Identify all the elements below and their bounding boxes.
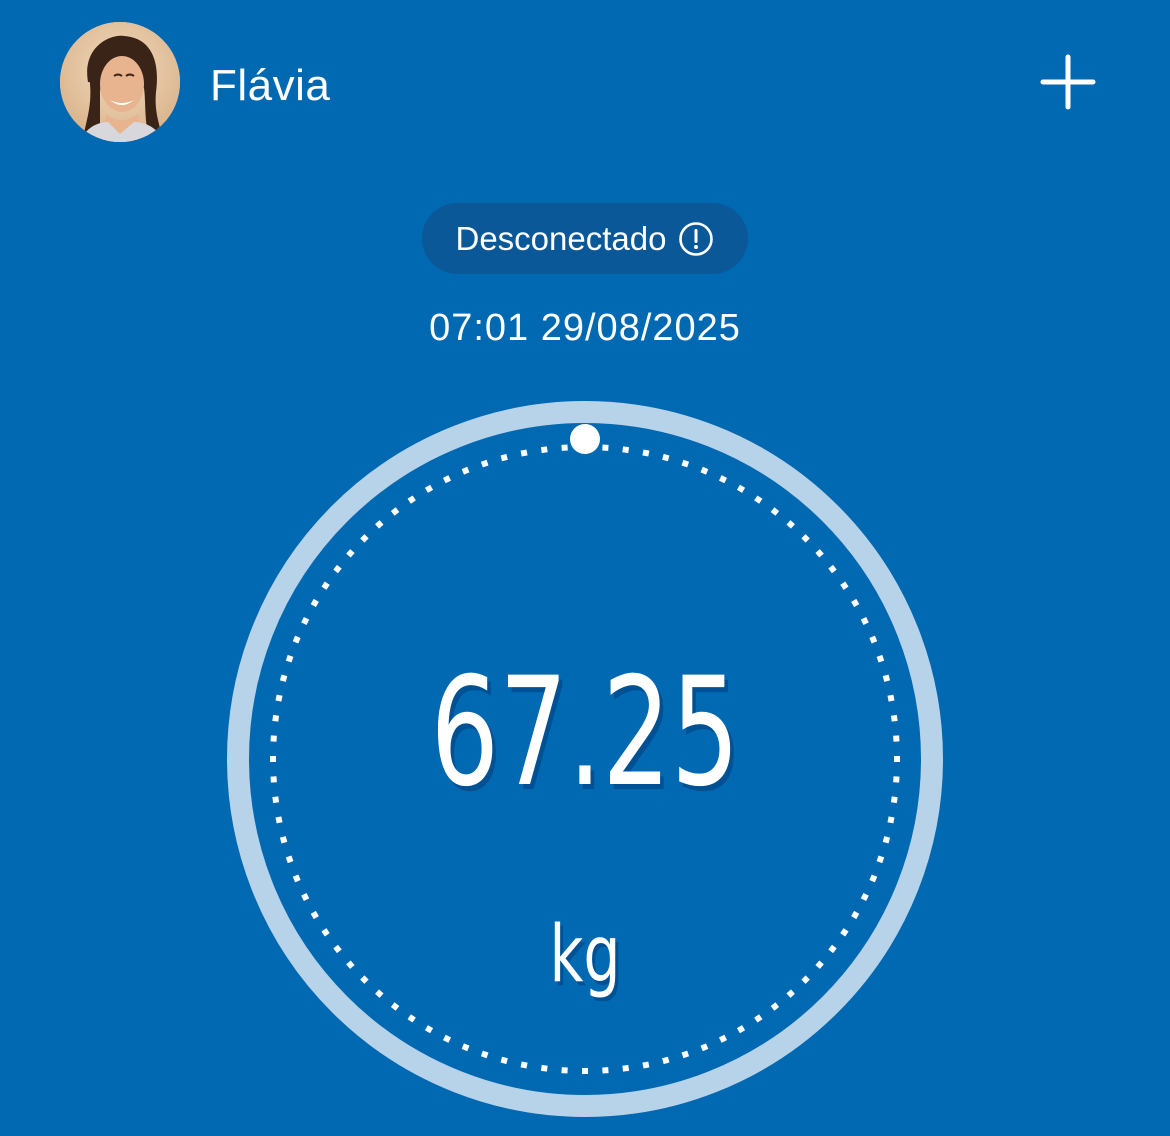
connection-status-badge[interactable]: Desconectado xyxy=(422,203,748,274)
gauge-track-dot xyxy=(700,466,709,475)
gauge-track-dot xyxy=(860,616,869,626)
gauge-track-dot xyxy=(815,549,824,558)
gauge-track-dot xyxy=(681,1050,690,1059)
gauge-track-dot xyxy=(301,616,310,626)
gauge-track-dot xyxy=(602,1067,609,1074)
gauge-track-dot xyxy=(860,892,869,902)
gauge-track-dot xyxy=(540,446,548,454)
gauge-track-dot xyxy=(520,1061,528,1069)
gauge-track-dot xyxy=(840,581,849,590)
gauge-track-dot xyxy=(540,1064,548,1072)
gauge-track-dot xyxy=(407,1014,416,1023)
gauge-track-dot xyxy=(869,635,878,644)
user-name[interactable]: Flávia xyxy=(210,60,330,112)
gauge-track-dot xyxy=(869,874,878,883)
gauge-track-dot xyxy=(407,495,416,504)
gauge-track-dot xyxy=(520,449,528,457)
gauge-track-dot xyxy=(642,449,650,457)
gauge-track-dot xyxy=(360,534,369,543)
gauge-track-dot xyxy=(662,1056,670,1065)
connection-status-label: Desconectado xyxy=(455,219,667,257)
gauge-track-dot xyxy=(390,507,400,516)
gauge-track-dot xyxy=(801,534,810,543)
gauge-track-dot xyxy=(424,1025,434,1034)
alert-circle-icon xyxy=(678,221,714,257)
gauge-track-dot xyxy=(736,1025,746,1034)
gauge-track-dot xyxy=(321,581,330,590)
gauge-track-dot xyxy=(681,459,690,468)
gauge-indicator-dot xyxy=(570,424,600,454)
gauge-track-dot xyxy=(876,855,885,864)
weight-value: 67.25 xyxy=(430,646,740,820)
weight-unit: kg xyxy=(549,910,621,1000)
gauge-track-dot xyxy=(279,836,288,844)
gauge-track-dot xyxy=(754,495,763,504)
gauge-track-dot xyxy=(480,459,489,468)
gauge-track-dot xyxy=(500,1056,508,1065)
gauge-track-dot xyxy=(292,635,301,644)
user-photo-icon xyxy=(60,22,180,142)
gauge-track-dot xyxy=(480,1050,489,1059)
gauge-track-dot xyxy=(301,892,310,902)
gauge-track-dot xyxy=(770,1002,780,1011)
gauge-track-dot xyxy=(718,475,728,484)
gauge-track-dot xyxy=(375,520,384,529)
gauge-track-dot xyxy=(561,444,568,451)
avatar[interactable] xyxy=(60,22,180,142)
gauge-track-dot xyxy=(285,855,294,864)
gauge-track-dot xyxy=(582,1068,588,1074)
gauge-track-dot xyxy=(622,1064,630,1072)
gauge-track-dot xyxy=(461,466,470,475)
gauge-track-dot xyxy=(642,1061,650,1069)
gauge-track-dot xyxy=(786,520,795,529)
gauge-track-dot xyxy=(461,1043,470,1052)
gauge-track-dot xyxy=(292,874,301,883)
plus-icon xyxy=(1040,54,1096,110)
gauge-track-dot xyxy=(442,1034,452,1043)
gauge-track-dot xyxy=(882,836,891,844)
gauge-track-dot xyxy=(828,564,837,574)
gauge-track-dot xyxy=(561,1067,568,1074)
gauge-track-dot xyxy=(390,1002,400,1011)
measurement-timestamp: 07:01 29/08/2025 xyxy=(429,307,741,349)
gauge-track-dot xyxy=(333,564,342,574)
gauge-track-dot xyxy=(424,484,434,493)
gauge-track-dot xyxy=(718,1034,728,1043)
gauge-track-dot xyxy=(602,444,609,451)
gauge-track-dot xyxy=(346,549,355,558)
gauge-track-dot xyxy=(500,453,508,462)
gauge-track-dot xyxy=(770,507,780,516)
add-button[interactable] xyxy=(1036,50,1100,114)
gauge-track-dot xyxy=(442,475,452,484)
gauge-track-dot xyxy=(754,1014,763,1023)
gauge-track-dot xyxy=(736,484,746,493)
gauge-track-dot xyxy=(622,446,630,454)
gauge-track-dot xyxy=(310,598,319,608)
gauge-track-dot xyxy=(700,1043,709,1052)
gauge-track-dot xyxy=(662,453,670,462)
gauge-track-dot xyxy=(851,598,860,608)
